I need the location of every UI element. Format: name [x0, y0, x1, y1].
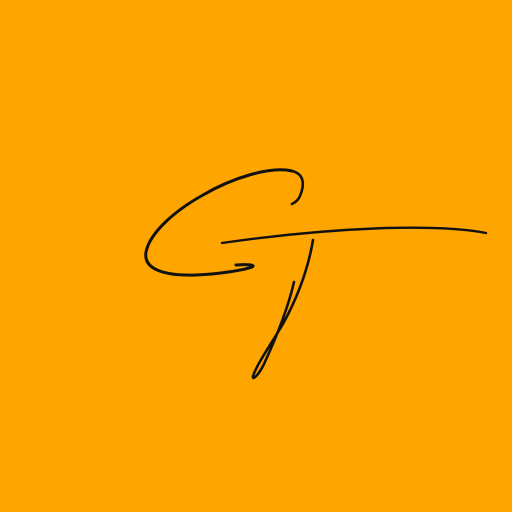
logo-canvas	[0, 0, 512, 512]
signature-t-crossbar-stroke	[220, 226, 488, 245]
signature-g-stroke	[144, 168, 294, 277]
signature-monogram-icon	[144, 168, 488, 380]
signature-g-hook-stroke	[290, 169, 305, 206]
signature-t-stem-stroke	[251, 238, 315, 380]
